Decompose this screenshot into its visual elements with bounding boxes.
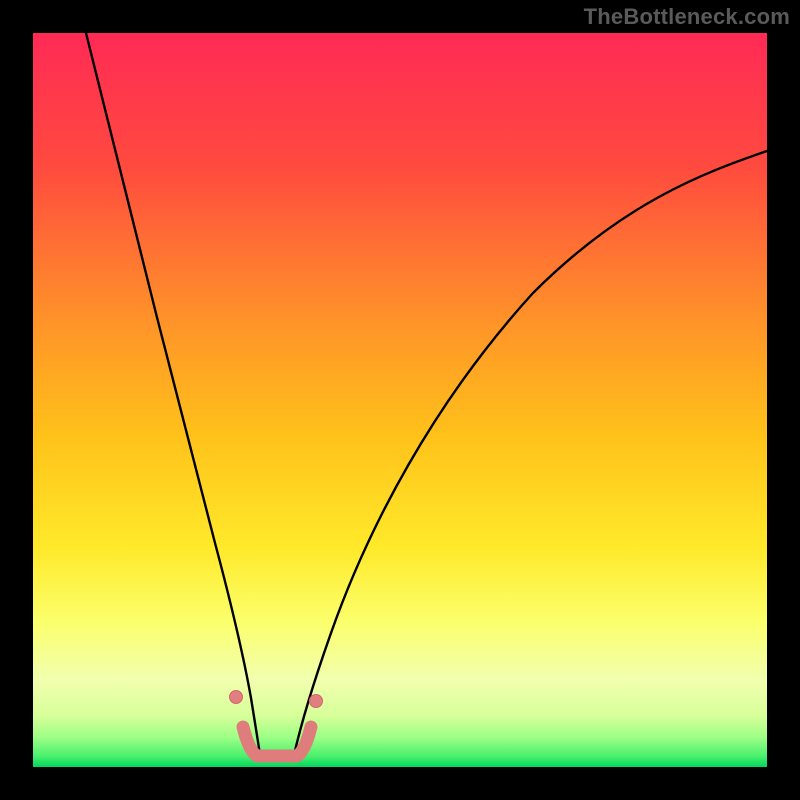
chart-frame: TheBottleneck.com — [0, 0, 800, 800]
marker-dot-right — [310, 695, 323, 708]
plot-area — [33, 33, 767, 767]
gradient-background — [33, 33, 767, 767]
marker-dot-left — [230, 691, 243, 704]
plot-svg — [33, 33, 767, 767]
watermark-text: TheBottleneck.com — [584, 4, 790, 30]
